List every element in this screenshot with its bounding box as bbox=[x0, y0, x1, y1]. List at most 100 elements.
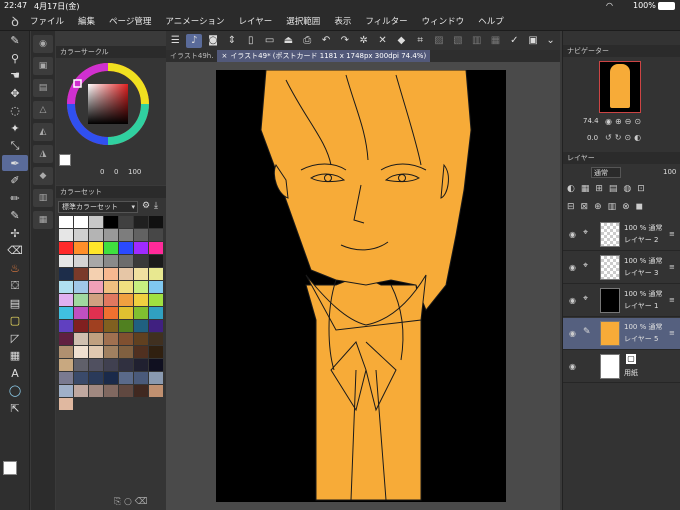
menu-icon[interactable]: ☰ bbox=[168, 34, 184, 48]
color-swatch[interactable] bbox=[149, 372, 163, 384]
color-swatch[interactable] bbox=[149, 346, 163, 358]
subtool-3-icon[interactable]: ▤ bbox=[33, 79, 53, 97]
magic-wand-icon[interactable]: ✦ bbox=[2, 120, 28, 136]
text-icon[interactable]: A bbox=[2, 365, 28, 381]
fill-selection-icon[interactable]: ◆ bbox=[393, 34, 409, 48]
subtool-8-icon[interactable]: ▥ bbox=[33, 189, 53, 207]
drag-handle-icon[interactable]: ≡ bbox=[669, 263, 675, 271]
color-swatch[interactable] bbox=[134, 320, 148, 332]
color-swatch[interactable] bbox=[119, 346, 133, 358]
current-color-swatch[interactable] bbox=[59, 154, 71, 166]
transform-icon[interactable]: ⌗ bbox=[412, 34, 428, 48]
color-swatch[interactable] bbox=[119, 385, 133, 397]
color-swatch[interactable] bbox=[149, 385, 163, 397]
color-swatch[interactable] bbox=[59, 242, 73, 254]
color-swatch[interactable] bbox=[119, 255, 133, 267]
camera-icon[interactable]: ◙ bbox=[205, 34, 221, 48]
color-swatch[interactable] bbox=[104, 346, 118, 358]
color-swatch[interactable] bbox=[104, 320, 118, 332]
layer-lock-icons[interactable]: ◐▦⊞▤◍⊡ bbox=[567, 184, 651, 194]
color-swatch[interactable] bbox=[74, 346, 88, 358]
color-swatch[interactable] bbox=[104, 359, 118, 371]
color-swatch[interactable] bbox=[149, 268, 163, 280]
color-swatch[interactable] bbox=[134, 385, 148, 397]
color-swatch[interactable] bbox=[74, 385, 88, 397]
color-swatch[interactable] bbox=[59, 398, 73, 410]
subtool-7-icon[interactable]: ◆ bbox=[33, 167, 53, 185]
color-swatch[interactable] bbox=[149, 242, 163, 254]
color-swatch[interactable] bbox=[134, 268, 148, 280]
artwork-canvas[interactable] bbox=[216, 70, 506, 502]
color-swatch[interactable] bbox=[74, 294, 88, 306]
tab-illustration-49[interactable]: × イラスト49* (ポストカード 1181 x 1748px 300dpi 7… bbox=[217, 50, 431, 62]
color-swatch[interactable] bbox=[59, 359, 73, 371]
layer-action-icons[interactable]: ⊟⊠⊕▥⊗◼ bbox=[567, 202, 649, 212]
menu-animation[interactable]: アニメーション bbox=[165, 15, 224, 27]
color-swatch[interactable] bbox=[74, 229, 88, 241]
drag-handle-icon[interactable]: ≡ bbox=[669, 230, 675, 238]
deselect-icon[interactable]: ▨ bbox=[431, 34, 447, 48]
color-swatch[interactable] bbox=[119, 242, 133, 254]
menu-edit[interactable]: 編集 bbox=[78, 15, 95, 27]
redo-icon[interactable]: ↷ bbox=[337, 34, 353, 48]
app-logo-icon[interactable]: ꝺ bbox=[0, 12, 30, 30]
hand-icon[interactable]: ☚ bbox=[2, 68, 28, 84]
color-swatch[interactable] bbox=[149, 307, 163, 319]
color-swatch[interactable] bbox=[89, 346, 103, 358]
color-swatch[interactable] bbox=[74, 216, 88, 228]
color-swatch[interactable] bbox=[149, 333, 163, 345]
color-swatch[interactable] bbox=[89, 216, 103, 228]
color-swatch[interactable] bbox=[134, 281, 148, 293]
color-swatch[interactable] bbox=[134, 333, 148, 345]
color-swatch[interactable] bbox=[89, 268, 103, 280]
color-swatch[interactable] bbox=[74, 268, 88, 280]
eyedropper-icon[interactable]: ⤡ bbox=[2, 138, 28, 154]
color-swatch[interactable] bbox=[59, 385, 73, 397]
color-swatch[interactable] bbox=[134, 346, 148, 358]
color-swatch[interactable] bbox=[104, 281, 118, 293]
color-swatch[interactable] bbox=[59, 229, 73, 241]
expand-selection-icon[interactable]: ▦ bbox=[488, 34, 504, 48]
blend-mode-dropdown[interactable]: 通常 bbox=[591, 167, 621, 178]
color-swatch[interactable] bbox=[119, 229, 133, 241]
color-swatch[interactable] bbox=[119, 307, 133, 319]
canvas-area[interactable] bbox=[166, 62, 560, 510]
color-swatch[interactable] bbox=[59, 333, 73, 345]
color-swatch[interactable] bbox=[59, 281, 73, 293]
airbrush-icon[interactable]: ✎ bbox=[2, 208, 28, 224]
decoration-icon[interactable]: ✢ bbox=[2, 225, 28, 241]
color-swatch[interactable] bbox=[134, 242, 148, 254]
download-icon[interactable]: ⤓ bbox=[154, 201, 158, 211]
figure-icon[interactable]: ▢ bbox=[2, 313, 28, 329]
color-swatch[interactable] bbox=[119, 359, 133, 371]
color-swatch[interactable] bbox=[74, 281, 88, 293]
color-swatch[interactable] bbox=[74, 255, 88, 267]
color-swatch[interactable] bbox=[104, 255, 118, 267]
color-swatch[interactable] bbox=[134, 307, 148, 319]
gradient-icon[interactable]: ▤ bbox=[2, 295, 28, 311]
color-swatch[interactable] bbox=[89, 385, 103, 397]
drag-handle-icon[interactable]: ≡ bbox=[669, 329, 675, 337]
color-swatch[interactable] bbox=[119, 294, 133, 306]
color-swatch[interactable] bbox=[149, 281, 163, 293]
color-swatch[interactable] bbox=[134, 255, 148, 267]
color-swatch[interactable] bbox=[89, 281, 103, 293]
color-swatch[interactable] bbox=[89, 359, 103, 371]
tab-illustration-49h[interactable]: イラスト49h. bbox=[166, 50, 217, 62]
color-swatch[interactable] bbox=[134, 294, 148, 306]
settings-icon[interactable]: ⚙ bbox=[142, 201, 150, 211]
color-swatch[interactable] bbox=[59, 346, 73, 358]
menu-help[interactable]: ヘルプ bbox=[478, 15, 504, 27]
eye-icon[interactable]: ◉ bbox=[569, 329, 579, 338]
color-swatch[interactable] bbox=[74, 359, 88, 371]
subtool-1-icon[interactable]: ◉ bbox=[33, 35, 53, 53]
color-swatch[interactable] bbox=[149, 229, 163, 241]
color-swatch[interactable] bbox=[89, 294, 103, 306]
frame-icon[interactable]: ◸ bbox=[2, 330, 28, 346]
correct-line-icon[interactable]: ⇱ bbox=[2, 400, 28, 416]
color-swatch[interactable] bbox=[104, 372, 118, 384]
subtool-9-icon[interactable]: ▦ bbox=[33, 211, 53, 229]
color-swatch[interactable] bbox=[74, 320, 88, 332]
lasso-icon[interactable]: ◌ bbox=[2, 103, 28, 119]
color-swatch[interactable] bbox=[59, 372, 73, 384]
